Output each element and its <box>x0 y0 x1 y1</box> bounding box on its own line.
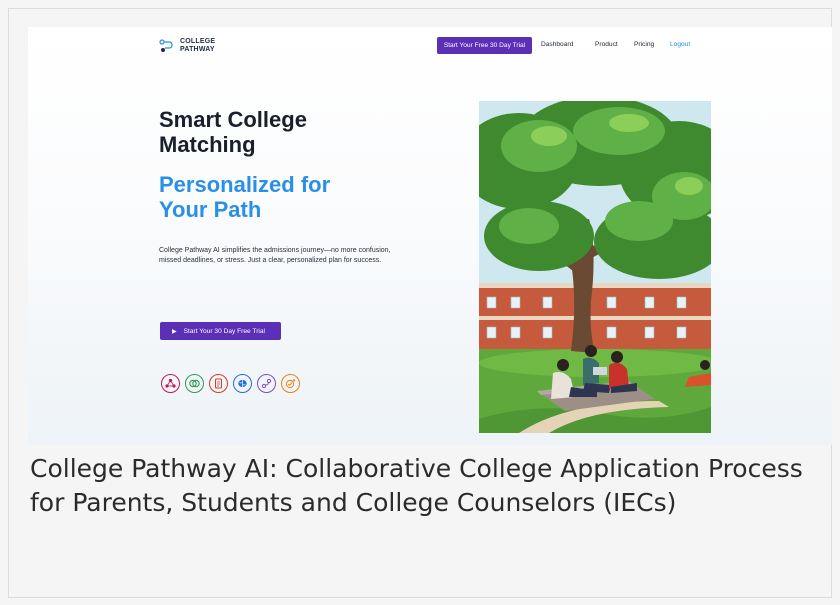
brain-icon[interactable] <box>233 374 252 393</box>
hero-subtitle-line2: Your Path <box>159 197 262 222</box>
hero-subtitle-line1: Personalized for <box>159 172 331 197</box>
network-icon[interactable] <box>161 374 180 393</box>
nav-trial-button[interactable]: Start Your Free 30 Day Trial <box>437 37 532 54</box>
hero-title-line1: Smart College <box>159 107 307 132</box>
image-caption: College Pathway AI: Collaborative Colleg… <box>30 454 803 517</box>
hero-trial-button[interactable]: ▶ Start Your 30 Day Free Trial <box>160 322 281 340</box>
hero-subtitle: Personalized for Your Path <box>159 172 409 222</box>
logo-text: COLLEGE PATHWAY <box>180 38 216 53</box>
hero-illustration <box>479 101 711 433</box>
content-frame: COLLEGE PATHWAY Start Your Free 30 Day T… <box>8 8 832 598</box>
hero-trial-button-label: Start Your 30 Day Free Trial <box>183 327 265 335</box>
play-icon: ▶ <box>172 328 177 335</box>
website-screenshot: COLLEGE PATHWAY Start Your Free 30 Day T… <box>28 27 832 445</box>
nav-link-pricing[interactable]: Pricing <box>634 41 654 48</box>
check-badge-icon[interactable] <box>281 374 300 393</box>
nav-link-logout[interactable]: Logout <box>670 41 690 48</box>
logo-mark-icon <box>159 38 173 52</box>
top-nav: COLLEGE PATHWAY Start Your Free 30 Day T… <box>28 27 832 67</box>
pathway-icon[interactable] <box>257 374 276 393</box>
campus-illustration <box>479 101 711 433</box>
hero-description: College Pathway AI simplifies the admiss… <box>159 247 391 264</box>
nav-link-dashboard[interactable]: Dashboard <box>541 41 573 48</box>
feature-icons <box>161 374 300 393</box>
hero-title: Smart College Matching <box>159 107 409 157</box>
document-icon[interactable] <box>209 374 228 393</box>
hero-title-line2: Matching <box>159 132 256 157</box>
logo[interactable]: COLLEGE PATHWAY <box>159 38 215 53</box>
nav-link-product[interactable]: Product <box>595 41 618 48</box>
venn-icon[interactable] <box>185 374 204 393</box>
